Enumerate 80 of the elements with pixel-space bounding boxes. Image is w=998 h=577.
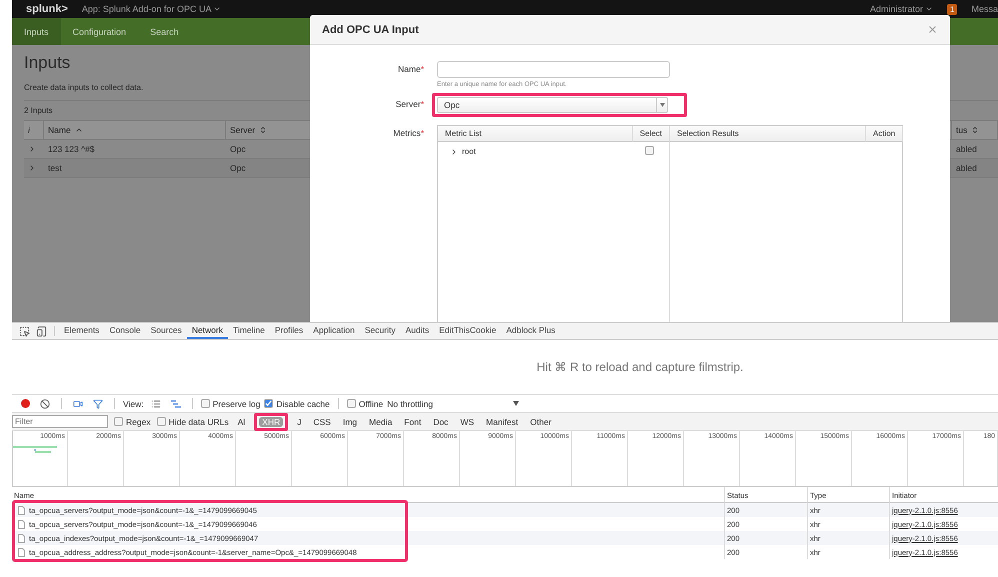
type-filter[interactable]: Img [340, 416, 360, 426]
inputs-count: 2 Inputs [24, 106, 52, 115]
page-description: Create data inputs to collect data. [24, 83, 144, 92]
device-icon[interactable] [36, 326, 47, 336]
type-filter[interactable]: WS [457, 416, 478, 426]
devtools-tab[interactable]: Elements [59, 323, 104, 339]
checkbox[interactable] [645, 146, 654, 155]
column-header: Action [866, 126, 904, 142]
checkbox[interactable] [264, 399, 274, 408]
type-filter[interactable]: Al [234, 416, 248, 426]
view-label: View: [123, 398, 144, 408]
close-icon[interactable] [927, 24, 938, 35]
caret-icon [660, 103, 664, 107]
message-count-badge: 1 [947, 4, 958, 14]
column-header: Metric List [438, 126, 633, 142]
field-label: Name* [397, 63, 424, 74]
column-header: Select [633, 126, 670, 142]
type-filter[interactable]: CSS [310, 416, 334, 426]
devtools-tab[interactable]: Sources [146, 323, 187, 339]
option-label: Preserve log [212, 398, 260, 408]
record-button[interactable] [21, 399, 30, 408]
chevron-right-icon[interactable] [450, 148, 458, 156]
column-header[interactable]: Name [44, 121, 226, 140]
type-filter[interactable]: Media [366, 416, 396, 426]
user-menu[interactable]: Administrator [870, 4, 934, 14]
devtools-tab[interactable]: Profiles [270, 323, 308, 339]
waterfall-overview-drawing [13, 446, 57, 454]
option-label: Regex [126, 416, 151, 426]
throttling-select[interactable]: No throttling [387, 398, 520, 408]
field-label: Metrics* [392, 127, 424, 138]
camera-icon[interactable] [73, 398, 83, 408]
option-label: Offline [358, 398, 384, 408]
nav-tab[interactable]: Configuration [60, 18, 138, 45]
splunk-logo[interactable]: splunk> [26, 3, 68, 15]
option-label: Disable cache [276, 398, 330, 408]
devtools-tab[interactable]: Timeline [228, 323, 270, 339]
clear-icon[interactable] [40, 398, 50, 408]
inspect-icon[interactable] [19, 326, 30, 336]
type-filter[interactable]: J [294, 416, 304, 426]
table-cell: test [44, 159, 226, 178]
devtools-tab[interactable]: Security [360, 323, 400, 339]
filter-icon[interactable] [93, 398, 103, 408]
column-header: Selection Results [670, 126, 866, 142]
devtools-tab[interactable]: EditThisCookie [434, 323, 502, 339]
caret-icon [513, 401, 520, 406]
devtools-tab[interactable]: Adblock Plus [501, 323, 560, 339]
checkbox[interactable] [156, 417, 166, 426]
nav-tab[interactable]: Inputs [12, 18, 61, 45]
name-input[interactable] [437, 61, 670, 78]
type-filter[interactable]: Other [527, 416, 554, 426]
devtools-tab[interactable]: Network [186, 323, 228, 339]
devtools-tab[interactable]: Application [308, 323, 360, 339]
type-filter[interactable]: Manifest [483, 416, 522, 426]
tree-item[interactable]: root [462, 147, 641, 156]
checkbox[interactable] [346, 399, 356, 408]
server-select[interactable]: Opc [437, 97, 668, 113]
page-title: Inputs [24, 53, 70, 73]
type-filter[interactable]: Doc [430, 416, 452, 426]
option-label: Hide data URLs [168, 416, 229, 426]
sort-icon [971, 126, 980, 134]
column-header[interactable]: tus [952, 121, 998, 140]
type-filter[interactable]: Font [401, 416, 424, 426]
chevron-down-icon [213, 5, 222, 13]
nav-tab[interactable]: Search [138, 18, 191, 45]
field-label: Server* [394, 98, 424, 109]
checkbox[interactable] [114, 417, 123, 426]
waterfall-view-icon[interactable] [170, 400, 181, 408]
sort-ascending-icon [74, 126, 83, 134]
devtools-tab[interactable]: Audits [400, 323, 434, 339]
messages-menu[interactable]: Messa [971, 4, 998, 14]
filmstrip-hint: Hit ⌘ R to reload and capture filmstrip. [536, 360, 744, 374]
checkbox[interactable] [200, 399, 210, 408]
column-header[interactable]: i [24, 121, 44, 140]
filter-input[interactable]: Filter [12, 415, 108, 428]
chevron-down-icon [925, 5, 934, 13]
modal-title: Add OPC UA Input [322, 24, 420, 36]
devtools-tab[interactable]: Console [104, 323, 146, 339]
table-cell: abled [952, 159, 998, 178]
app-menu[interactable]: App: Splunk Add-on for OPC UA [82, 4, 222, 14]
sort-icon [259, 126, 268, 134]
